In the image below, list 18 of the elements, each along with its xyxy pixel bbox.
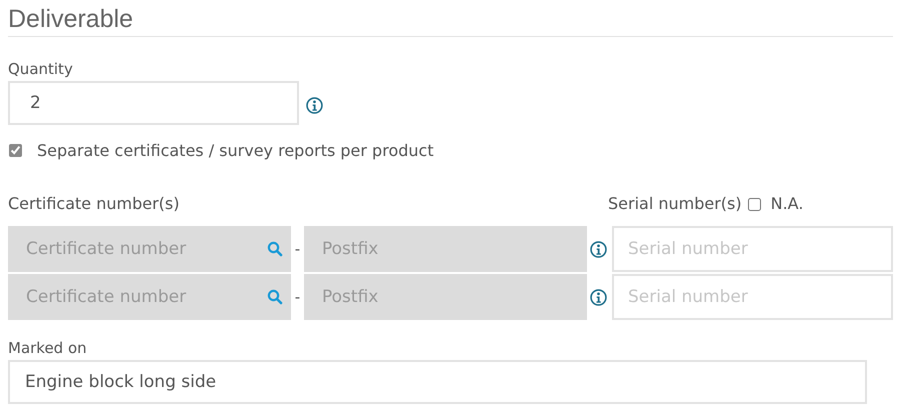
field-label: Marked on — [8, 338, 88, 358]
info-icon — [590, 240, 607, 258]
checkbox-label: N.A. — [770, 194, 804, 214]
field-label: Quantity — [8, 59, 74, 79]
checkbox[interactable] — [9, 144, 22, 157]
search-icon[interactable] — [267, 241, 283, 257]
info-icon — [590, 288, 607, 306]
separator: - — [294, 240, 302, 258]
quantity-field[interactable]: 2 — [8, 81, 299, 125]
field-label: Certificate number(s) — [8, 194, 180, 214]
search-icon[interactable] — [267, 289, 283, 305]
info-icon — [306, 96, 323, 114]
checkbox[interactable] — [748, 198, 761, 210]
marked-on-field[interactable]: Engine block long side — [8, 360, 867, 404]
separator: - — [294, 288, 302, 306]
checkbox-label: Separate certificates / survey reports per product — [37, 141, 434, 160]
section-title: Deliverable — [8, 4, 134, 35]
field-label: Serial number(s) — [608, 194, 742, 214]
